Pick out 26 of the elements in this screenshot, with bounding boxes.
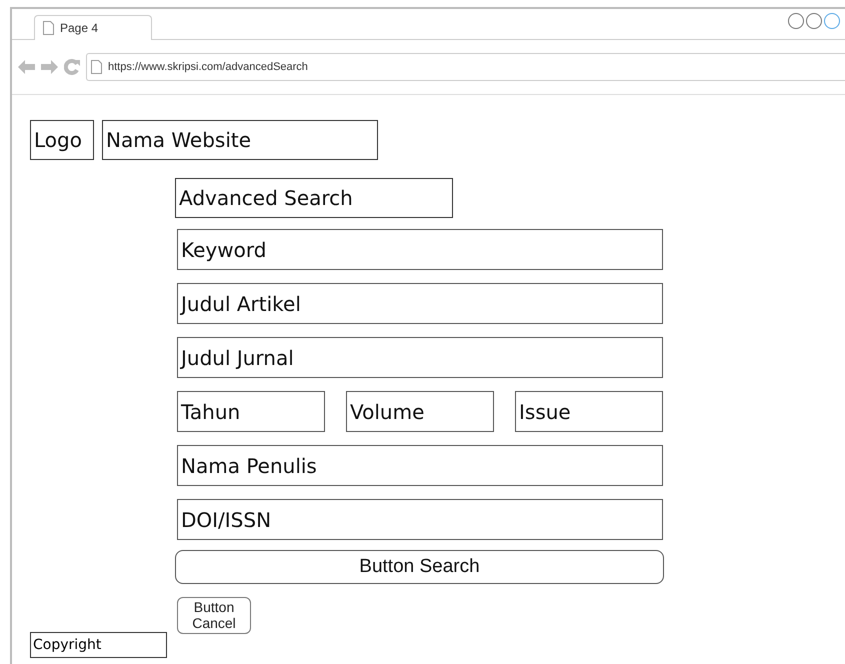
cancel-button[interactable]: Button Cancel [177, 597, 251, 634]
logo: Logo [30, 120, 94, 160]
input-field[interactable]: Volume [346, 391, 494, 432]
copyright-text: Copyright [30, 632, 167, 658]
input-field[interactable]: Issue [515, 391, 663, 432]
input-field[interactable]: Tahun [177, 391, 325, 432]
site-name: Nama Website [102, 120, 378, 160]
input-field[interactable]: Judul Artikel [177, 283, 663, 324]
form-title: Advanced Search [175, 178, 453, 218]
url-text: https://www.skripsi.com/advancedSearch [108, 61, 308, 73]
tab-title: Page 4 [60, 21, 98, 35]
browser-tab[interactable]: Page 4 [34, 15, 152, 40]
page-icon [91, 60, 102, 74]
input-field[interactable]: Keyword [177, 229, 663, 270]
input-field[interactable]: Nama Penulis [177, 445, 663, 486]
input-field[interactable]: DOI/ISSN [177, 499, 663, 540]
input-field[interactable]: Judul Jurnal [177, 337, 663, 378]
window-control-icon[interactable] [824, 13, 840, 29]
window-control-icon[interactable] [788, 13, 804, 29]
page-icon [43, 21, 54, 35]
forward-arrow-icon[interactable] [41, 60, 58, 74]
window-control-icon[interactable] [806, 13, 822, 29]
back-arrow-icon[interactable] [18, 60, 35, 74]
address-bar[interactable]: https://www.skripsi.com/advancedSearch [86, 53, 845, 81]
reload-icon[interactable] [64, 59, 80, 75]
search-button[interactable]: Button Search [175, 550, 664, 584]
